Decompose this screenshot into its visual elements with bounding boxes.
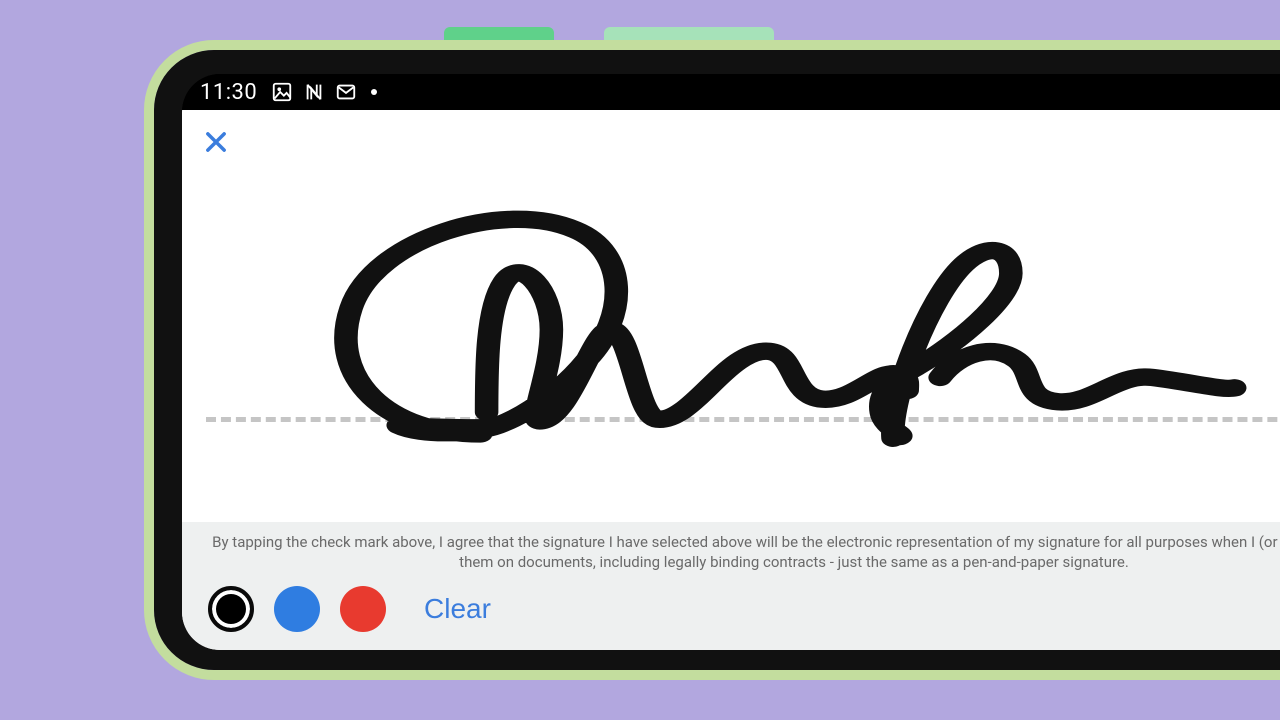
signature-stroke: [304, 195, 1246, 456]
phone-hw-button: [604, 27, 774, 40]
color-swatch-red[interactable]: [340, 586, 386, 632]
status-more-dot: [371, 89, 377, 95]
phone-screen: 11:30: [182, 74, 1280, 650]
status-time: 11:30: [200, 80, 257, 105]
mail-icon: [335, 81, 357, 103]
android-status-bar: 11:30: [182, 74, 1280, 110]
close-icon[interactable]: [202, 128, 230, 156]
nfc-icon: [303, 81, 325, 103]
footer-panel: By tapping the check mark above, I agree…: [182, 522, 1280, 651]
color-swatch-blue[interactable]: [274, 586, 320, 632]
color-tool-row: Clear: [208, 586, 1280, 632]
phone-hw-button: [444, 27, 554, 40]
app-header: [182, 110, 1280, 174]
agreement-text: By tapping the check mark above, I agree…: [208, 532, 1280, 573]
signature-canvas[interactable]: [182, 174, 1280, 522]
clear-button[interactable]: Clear: [414, 589, 501, 629]
phone-outer-bezel: 11:30: [144, 40, 1280, 680]
phone-frame: 11:30: [154, 50, 1280, 670]
color-swatch-black[interactable]: [208, 586, 254, 632]
signature-app: By tapping the check mark above, I agree…: [182, 110, 1280, 650]
gallery-icon: [271, 81, 293, 103]
